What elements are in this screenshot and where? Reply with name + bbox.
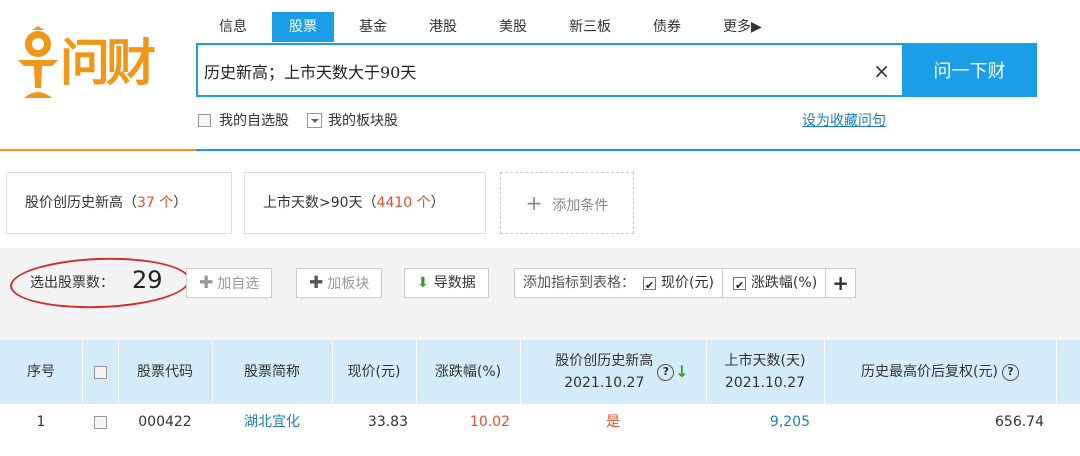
condition-count: 37 个 (137, 195, 174, 211)
header-index: 序号 (27, 364, 55, 380)
metric-change-toggle[interactable]: 涨跌幅(%) (721, 269, 825, 300)
nav-item-hk-stocks[interactable]: 港股 (412, 12, 474, 42)
checkbox-checked-icon (643, 272, 656, 300)
save-query-link[interactable]: 设为收藏问句 (802, 110, 886, 130)
add-metric-plus-button[interactable]: + (825, 269, 855, 297)
header-list-days[interactable]: 上市天数(天) 2021.10.27 (706, 340, 824, 404)
condition-label: 股价创历史新高（ (25, 195, 137, 211)
add-watchlist-button[interactable]: ✚ 加自选 (186, 268, 273, 298)
nav-item-stocks[interactable]: 股票 (272, 12, 334, 42)
nav-item-neeq[interactable]: 新三板 (552, 12, 628, 42)
nav-item-funds[interactable]: 基金 (342, 12, 404, 42)
logo[interactable]: 问财 (16, 26, 166, 102)
row-price: 33.83 (367, 414, 408, 430)
row-code: 000422 (138, 414, 192, 430)
search-input[interactable] (204, 57, 824, 85)
header-change[interactable]: 涨跌幅(%) (416, 340, 520, 404)
add-condition-label: 添加条件 (552, 198, 609, 214)
search-box: × (196, 43, 902, 97)
search-options: 我的自选股 我的板块股 (198, 110, 398, 130)
sort-desc-icon[interactable]: ↓ (675, 361, 688, 383)
mascot-icon (18, 26, 58, 98)
header-divider-accent (0, 149, 196, 151)
row-change: 10.02 (469, 414, 510, 430)
condition-label: 上市天数>90天（ (263, 195, 377, 211)
clear-icon[interactable]: × (873, 59, 890, 83)
table-header: 序号 股票代码 股票简称 现价(元) 涨跌幅(%) 股价创历史新高 2021.1… (0, 340, 1080, 404)
metric-price-label: 现价(元) (661, 275, 714, 291)
row-hist-high: 656.74 (995, 414, 1044, 430)
highlight-oval (9, 254, 191, 312)
my-sector-dropdown-icon[interactable] (307, 112, 322, 128)
row-list-days-link[interactable]: 9,205 (706, 404, 810, 440)
header-list-days-label: 上市天数(天) (724, 353, 806, 369)
metric-change-label: 涨跌幅(%) (750, 275, 818, 291)
header-new-high-label: 股价创历史新高 (555, 353, 654, 369)
add-sector-label: 加板块 (327, 276, 370, 292)
download-icon: ⬇ (417, 275, 429, 291)
header-price[interactable]: 现价(元) (332, 340, 416, 404)
condition-list-days[interactable]: 上市天数>90天（4410 个） (244, 172, 486, 234)
metric-price-toggle[interactable]: 现价(元) (643, 269, 722, 300)
my-watchlist-label: 我的自选股 (219, 113, 289, 129)
help-icon[interactable]: ? (657, 363, 675, 381)
select-all-checkbox[interactable] (93, 365, 107, 379)
my-watchlist-checkbox[interactable] (198, 113, 211, 127)
add-sector-button[interactable]: ✚ 加板块 (296, 268, 383, 298)
row-index: 1 (36, 414, 46, 430)
header-name[interactable]: 股票简称 (212, 340, 332, 404)
nav-item-us-stocks[interactable]: 美股 (482, 12, 544, 42)
add-metric-bar: 添加指标到表格： 现价(元) 涨跌幅(%) + (514, 268, 857, 300)
row-checkbox-cell[interactable] (82, 404, 118, 440)
plus-icon: ✚ (309, 273, 324, 293)
header-list-days-date: 2021.10.27 (724, 375, 806, 391)
export-data-button[interactable]: ⬇ 导数据 (404, 268, 489, 298)
condition-count: 4410 个 (376, 195, 431, 211)
my-sector-label: 我的板块股 (328, 113, 398, 129)
header-new-high[interactable]: 股价创历史新高 2021.10.27 ? ↓ (520, 340, 706, 404)
logo-text: 问财 (60, 34, 156, 92)
help-icon[interactable]: ? (1001, 363, 1019, 381)
condition-tail: ） (173, 195, 188, 211)
plus-icon: ✚ (199, 273, 214, 293)
header-new-high-date: 2021.10.27 (564, 375, 645, 391)
header-hist-high[interactable]: 历史最高价后复权(元)? (824, 340, 1056, 404)
header-select-all[interactable] (82, 340, 118, 404)
row-name-link[interactable]: 湖北宜化 (212, 404, 332, 440)
plus-icon: + (525, 191, 543, 215)
top-nav: 信息 股票 基金 港股 美股 新三板 债券 更多▶ (202, 12, 787, 42)
add-metric-label: 添加指标到表格： (523, 275, 635, 291)
nav-item-bonds[interactable]: 债券 (636, 12, 698, 42)
table-row[interactable]: 1 000422 湖北宜化 33.83 10.02 是 9,205 656.74 (0, 404, 1080, 440)
search-button[interactable]: 问一下财 (902, 43, 1037, 97)
condition-new-high[interactable]: 股价创历史新高（37 个） (6, 172, 232, 234)
results-toolbar: 选出股票数： 29 ✚加自选 ✚加板块 ⬇导数据 添加指标到表格： 现价(元) … (0, 248, 1080, 340)
nav-item-more[interactable]: 更多▶ (706, 12, 779, 42)
add-watchlist-label: 加自选 (217, 276, 260, 292)
export-label: 导数据 (433, 275, 476, 291)
row-checkbox[interactable] (93, 415, 107, 429)
add-condition-button[interactable]: + 添加条件 (500, 172, 634, 234)
nav-item-info[interactable]: 信息 (202, 12, 264, 42)
condition-tail: ） (430, 195, 445, 211)
checkbox-checked-icon (732, 272, 746, 300)
header-hist-high-label: 历史最高价后复权(元) (861, 364, 998, 380)
row-new-high: 是 (606, 414, 620, 430)
header-code[interactable]: 股票代码 (118, 340, 212, 404)
